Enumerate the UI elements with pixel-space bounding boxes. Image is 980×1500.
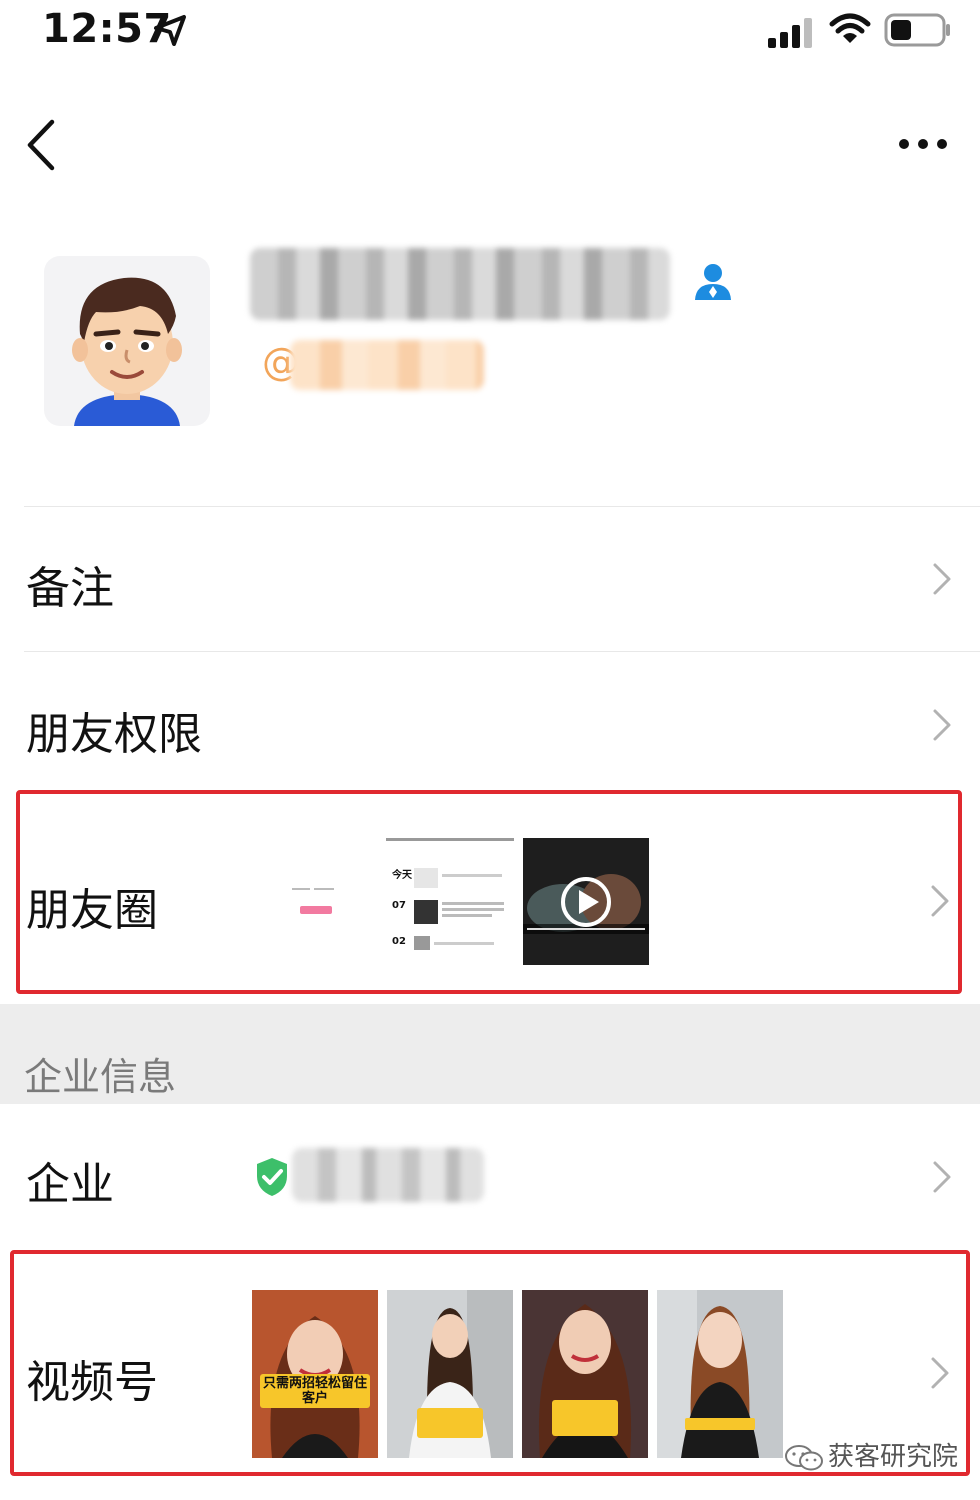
more-options-button[interactable] [890,124,956,164]
remark-label: 备注 [26,563,114,614]
verified-shield-icon [257,1158,287,1196]
wechat-logo-icon [785,1445,823,1471]
company-row[interactable] [0,1104,980,1248]
avatar-illustration [72,277,182,426]
chevron-right-icon [933,563,951,595]
chevron-right-icon [933,1161,951,1193]
company-alias-redacted [290,340,484,390]
avatar[interactable] [44,256,210,426]
back-button[interactable] [18,112,68,178]
location-arrow-icon [154,15,186,46]
nickname-redacted [250,248,670,320]
battery-icon [884,13,950,47]
signal-icon [768,18,812,48]
highlight-box [10,1250,970,1476]
company-label: 企业 [26,1159,114,1210]
section-title: 企业信息 [24,1055,177,1099]
highlight-box [16,790,962,994]
contact-person-icon [695,264,731,300]
friend-permissions-label: 朋友权限 [26,709,202,760]
chevron-right-icon [933,709,951,741]
wifi-icon [829,13,871,43]
company-name-redacted [292,1148,484,1202]
watermark-text: 获客研究院 [828,1442,959,1472]
remark-row[interactable] [0,507,980,651]
